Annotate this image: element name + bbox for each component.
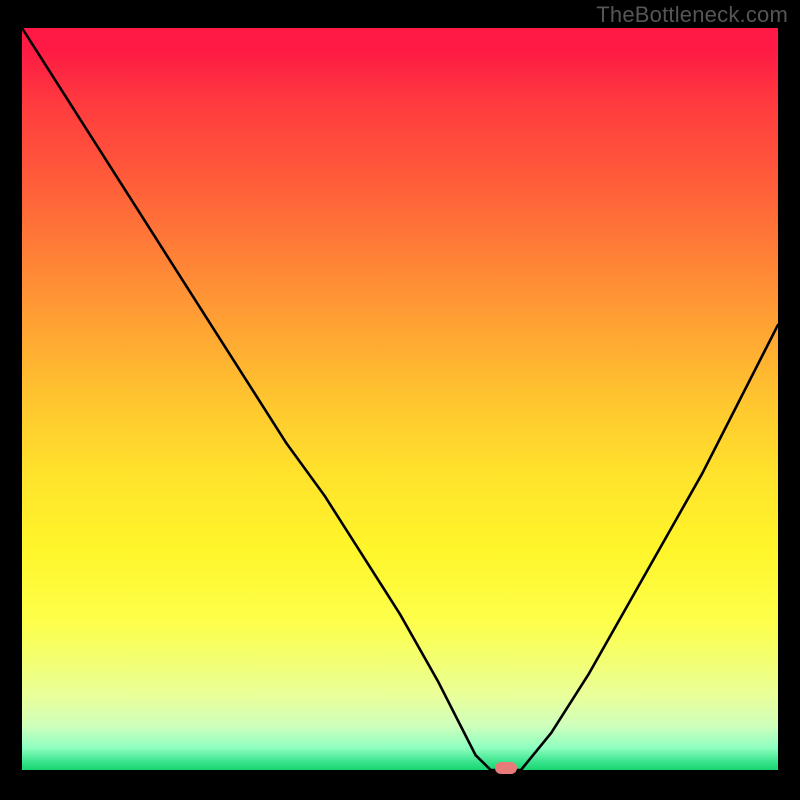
curve-svg xyxy=(22,28,778,770)
plot-area xyxy=(22,28,778,770)
bottleneck-curve xyxy=(22,28,778,770)
optimal-marker xyxy=(495,762,517,774)
watermark-label: TheBottleneck.com xyxy=(596,2,788,28)
chart-frame: TheBottleneck.com xyxy=(0,0,800,800)
